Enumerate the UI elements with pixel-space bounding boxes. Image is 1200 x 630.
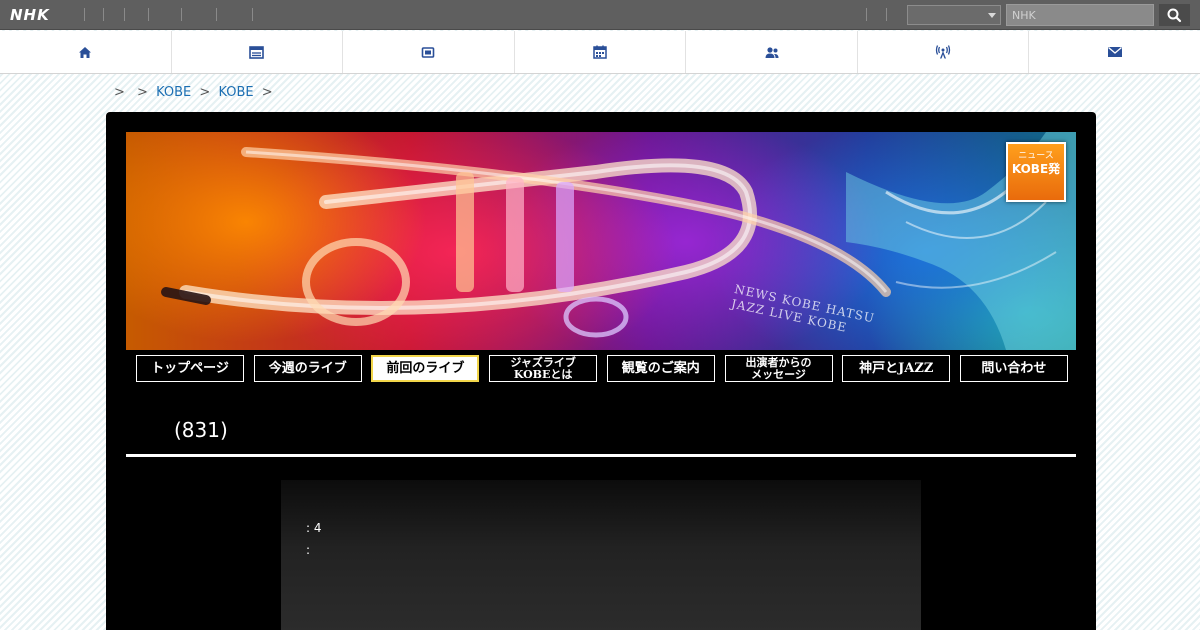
- calendar-icon: [593, 45, 607, 59]
- page-title: (831): [174, 418, 228, 442]
- nav-broadcast[interactable]: [858, 31, 1030, 73]
- menu-about-jazz-live-kobe[interactable]: ジャズライブ KOBEとは: [489, 355, 598, 382]
- content-line: :: [306, 543, 311, 557]
- broadcast-tower-icon: [936, 45, 951, 59]
- menu-label: ジャズライブ KOBEとは: [510, 355, 576, 381]
- topbar-divider: [216, 8, 217, 21]
- topbar-divider: [84, 8, 85, 21]
- menu-this-week-live[interactable]: 今週のライブ: [253, 355, 362, 382]
- menu-kobe-and-jazz[interactable]: 神戸とJAZZ: [842, 355, 951, 382]
- search-button[interactable]: [1159, 4, 1190, 26]
- menu-contact[interactable]: 問い合わせ: [959, 355, 1068, 382]
- topbar-divider: [886, 8, 887, 21]
- program-guide-icon: [249, 45, 265, 59]
- home-icon: [79, 46, 92, 58]
- nav-mail[interactable]: [1029, 31, 1200, 73]
- breadcrumb-link-kobe[interactable]: KOBE: [156, 85, 191, 100]
- nav-program-guide[interactable]: [172, 31, 344, 73]
- topbar-divider: [124, 8, 125, 21]
- region-select[interactable]: [907, 5, 1001, 25]
- mail-icon: [1107, 47, 1122, 57]
- title-divider: [126, 454, 1076, 457]
- nav-tv[interactable]: [343, 31, 515, 73]
- main-panel: NEWS KOBE HATSU JAZZ LIVE KOBE ニュース KOBE…: [106, 112, 1096, 630]
- trumpet-illustration: [161, 132, 1076, 350]
- main-nav: [0, 31, 1200, 74]
- search-input[interactable]: [1006, 4, 1154, 26]
- breadcrumb-separator: >: [261, 85, 273, 100]
- chevron-down-icon: [988, 13, 996, 18]
- nhk-logo[interactable]: NHK: [10, 6, 50, 24]
- tv-icon: [422, 46, 435, 58]
- topbar-divider: [181, 8, 182, 21]
- topbar-divider: [866, 8, 867, 21]
- topbar-divider: [148, 8, 149, 21]
- nav-home[interactable]: [0, 31, 172, 73]
- search-icon: [1167, 8, 1182, 23]
- content-box: : 4 :: [281, 480, 921, 630]
- logo-text: KOBE発: [1011, 162, 1061, 176]
- top-bar: NHK: [0, 0, 1200, 30]
- breadcrumb-separator: >: [114, 85, 125, 100]
- breadcrumb-separator: >: [199, 85, 211, 100]
- breadcrumb: > > KOBE > KOBE >: [110, 85, 277, 100]
- menu-top-page[interactable]: トップページ: [136, 355, 244, 382]
- jazz-live-banner: NEWS KOBE HATSU JAZZ LIVE KOBE ニュース KOBE…: [126, 132, 1076, 350]
- topbar-divider: [103, 8, 104, 21]
- nav-people[interactable]: [686, 31, 858, 73]
- menu-performer-messages[interactable]: 出演者からの メッセージ: [724, 355, 833, 382]
- people-icon: [765, 46, 779, 58]
- menu-viewing-guide[interactable]: 観覧のご案内: [606, 355, 715, 382]
- jazz-live-menu: トップページ 今週のライブ 前回のライブ ジャズライブ KOBEとは 観覧のご案…: [136, 355, 1068, 382]
- content-line: : 4: [306, 521, 322, 535]
- breadcrumb-link-kobe-jazz[interactable]: KOBE: [218, 85, 253, 100]
- topbar-divider: [252, 8, 253, 21]
- news-kobe-hatsu-logo[interactable]: ニュース KOBE発: [1006, 142, 1066, 202]
- breadcrumb-separator: >: [137, 85, 148, 100]
- menu-previous-live[interactable]: 前回のライブ: [371, 355, 480, 382]
- nav-calendar[interactable]: [515, 31, 687, 73]
- menu-label: 出演者からの メッセージ: [745, 355, 812, 381]
